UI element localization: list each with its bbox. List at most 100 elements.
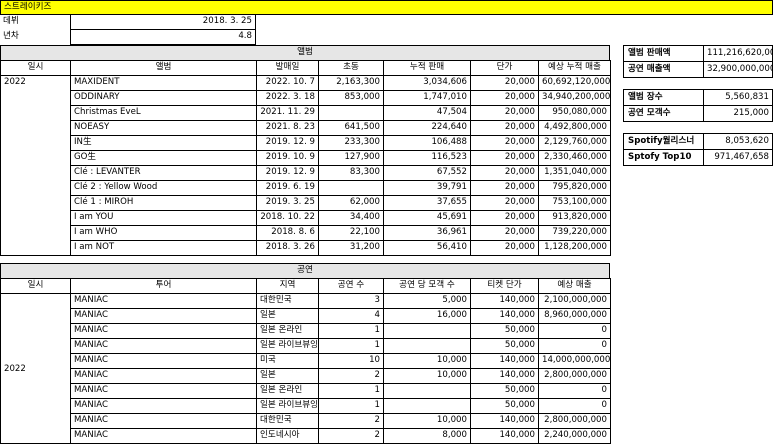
album-cell-revenue[interactable]: 739,220,000	[538, 225, 611, 241]
concert-cell-tour[interactable]: MANIAC	[70, 413, 257, 429]
album-cell-revenue[interactable]: 34,940,200,000	[538, 90, 611, 106]
concert-cell-price[interactable]: 140,000	[470, 293, 539, 309]
album-cell-date[interactable]: 2022. 3. 18	[256, 90, 319, 106]
album-cell-revenue[interactable]: 2,129,760,000	[538, 135, 611, 151]
album-cell-first[interactable]: 83,300	[318, 165, 384, 181]
album-cell-name[interactable]: Clé 2 : Yellow Wood	[70, 180, 257, 196]
concert-cell-price[interactable]: 50,000	[470, 338, 539, 354]
album-cell-price[interactable]: 20,000	[470, 75, 539, 91]
concert-cell-price[interactable]: 50,000	[470, 323, 539, 339]
concert-cell-price[interactable]: 140,000	[470, 428, 539, 444]
album-cell-date[interactable]: 2019. 12. 9	[256, 135, 319, 151]
album-cell-name[interactable]: Christmas EveL	[70, 105, 257, 121]
album-cell-first[interactable]	[318, 180, 384, 196]
concert-cell-count[interactable]: 3	[318, 293, 384, 309]
album-cell-price[interactable]: 20,000	[470, 240, 539, 256]
album-cell-first[interactable]: 62,000	[318, 195, 384, 211]
album-cell-revenue[interactable]: 753,100,000	[538, 195, 611, 211]
concert-cell-tour[interactable]: MANIAC	[70, 353, 257, 369]
album-cell-name[interactable]: ODDINARY	[70, 90, 257, 106]
concert-cell-audience[interactable]: 8,000	[383, 428, 471, 444]
album-cell-price[interactable]: 20,000	[470, 210, 539, 226]
album-cell-date[interactable]: 2019. 12. 9	[256, 165, 319, 181]
album-cell-price[interactable]: 20,000	[470, 150, 539, 166]
album-cell-first[interactable]: 127,900	[318, 150, 384, 166]
concert-cell-tour[interactable]: MANIAC	[70, 338, 257, 354]
album-cell-price[interactable]: 20,000	[470, 180, 539, 196]
concert-cell-revenue[interactable]: 8,960,000,000	[538, 308, 611, 324]
concert-cell-region[interactable]: 대한민국	[256, 413, 319, 429]
album-cell-total[interactable]: 36,961	[383, 225, 471, 241]
concert-cell-audience[interactable]: 5,000	[383, 293, 471, 309]
album-cell-first[interactable]: 22,100	[318, 225, 384, 241]
concert-cell-tour[interactable]: MANIAC	[70, 368, 257, 384]
concert-cell-revenue[interactable]: 2,800,000,000	[538, 368, 611, 384]
concert-cell-audience[interactable]	[383, 338, 471, 354]
album-cell-total[interactable]: 224,640	[383, 120, 471, 136]
concert-cell-price[interactable]: 50,000	[470, 398, 539, 414]
album-cell-total[interactable]: 67,552	[383, 165, 471, 181]
album-cell-price[interactable]: 20,000	[470, 90, 539, 106]
concert-cell-price[interactable]: 140,000	[470, 308, 539, 324]
album-cell-total[interactable]: 56,410	[383, 240, 471, 256]
summary-spotify-value[interactable]: 971,467,658	[703, 149, 773, 166]
album-cell-revenue[interactable]: 1,351,040,000	[538, 165, 611, 181]
album-cell-name[interactable]: I am NOT	[70, 240, 257, 256]
album-cell-total[interactable]: 37,655	[383, 195, 471, 211]
concert-cell-audience[interactable]: 10,000	[383, 353, 471, 369]
concert-cell-count[interactable]: 10	[318, 353, 384, 369]
album-cell-price[interactable]: 20,000	[470, 105, 539, 121]
concert-cell-region[interactable]: 미국	[256, 353, 319, 369]
album-cell-revenue[interactable]: 1,128,200,000	[538, 240, 611, 256]
concert-cell-price[interactable]: 140,000	[470, 368, 539, 384]
album-cell-total[interactable]: 47,504	[383, 105, 471, 121]
concert-cell-audience[interactable]	[383, 383, 471, 399]
album-cell-date[interactable]: 2018. 8. 6	[256, 225, 319, 241]
album-cell-date[interactable]: 2021. 8. 23	[256, 120, 319, 136]
concert-cell-revenue[interactable]: 2,100,000,000	[538, 293, 611, 309]
concert-cell-audience[interactable]	[383, 323, 471, 339]
album-cell-total[interactable]: 45,691	[383, 210, 471, 226]
album-cell-first[interactable]: 641,500	[318, 120, 384, 136]
album-cell-date[interactable]: 2018. 10. 22	[256, 210, 319, 226]
concert-cell-price[interactable]: 50,000	[470, 383, 539, 399]
concert-cell-audience[interactable]: 10,000	[383, 413, 471, 429]
concert-cell-count[interactable]: 2	[318, 413, 384, 429]
concert-cell-count[interactable]: 1	[318, 323, 384, 339]
album-cell-name[interactable]: Clé 1 : MIROH	[70, 195, 257, 211]
album-year-cell[interactable]: 2022	[0, 75, 71, 256]
concert-cell-price[interactable]: 140,000	[470, 413, 539, 429]
summary-sales-value[interactable]: 32,900,000,000	[703, 61, 773, 78]
concert-cell-revenue[interactable]: 0	[538, 338, 611, 354]
album-cell-total[interactable]: 3,034,606	[383, 75, 471, 91]
concert-cell-region[interactable]: 일본 라이브뷰잉	[256, 338, 319, 354]
album-cell-price[interactable]: 20,000	[470, 225, 539, 241]
concert-cell-revenue[interactable]: 2,800,000,000	[538, 413, 611, 429]
album-cell-revenue[interactable]: 795,820,000	[538, 180, 611, 196]
concert-cell-tour[interactable]: MANIAC	[70, 308, 257, 324]
album-cell-name[interactable]: MAXIDENT	[70, 75, 257, 91]
album-cell-first[interactable]: 31,200	[318, 240, 384, 256]
years-value[interactable]: 4.8	[70, 30, 256, 45]
concert-cell-region[interactable]: 인도네시아	[256, 428, 319, 444]
album-cell-price[interactable]: 20,000	[470, 165, 539, 181]
album-cell-name[interactable]: I am WHO	[70, 225, 257, 241]
concert-cell-price[interactable]: 140,000	[470, 353, 539, 369]
album-cell-first[interactable]: 2,163,300	[318, 75, 384, 91]
album-cell-revenue[interactable]: 950,080,000	[538, 105, 611, 121]
concert-cell-count[interactable]: 1	[318, 398, 384, 414]
concert-cell-tour[interactable]: MANIAC	[70, 293, 257, 309]
concert-cell-region[interactable]: 일본	[256, 308, 319, 324]
concert-cell-tour[interactable]: MANIAC	[70, 398, 257, 414]
album-cell-date[interactable]: 2021. 11. 29	[256, 105, 319, 121]
album-cell-revenue[interactable]: 913,820,000	[538, 210, 611, 226]
album-cell-date[interactable]: 2019. 10. 9	[256, 150, 319, 166]
album-cell-name[interactable]: NOEASY	[70, 120, 257, 136]
concert-cell-revenue[interactable]: 0	[538, 383, 611, 399]
album-cell-first[interactable]: 853,000	[318, 90, 384, 106]
concert-cell-revenue[interactable]: 2,240,000,000	[538, 428, 611, 444]
album-cell-revenue[interactable]: 4,492,800,000	[538, 120, 611, 136]
concert-cell-region[interactable]: 대한민국	[256, 293, 319, 309]
album-cell-name[interactable]: IN生	[70, 135, 257, 151]
concert-cell-tour[interactable]: MANIAC	[70, 383, 257, 399]
